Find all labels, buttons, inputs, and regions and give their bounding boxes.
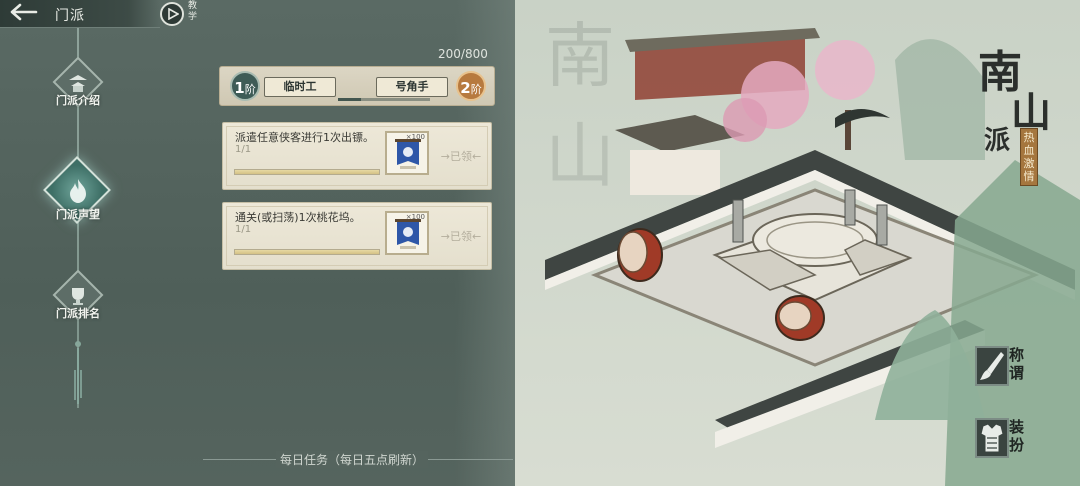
- brush-icon: [975, 346, 1009, 386]
- nav-item-sect-reputation[interactable]: 门派声望: [43, 156, 111, 230]
- outfit-button[interactable]: 装扮: [975, 418, 1035, 464]
- task-progress-fill: [235, 250, 379, 254]
- current-rank-number: 1: [234, 79, 245, 97]
- title-button-label: 称谓: [1009, 346, 1025, 382]
- current-rank-unit: 阶: [244, 83, 256, 96]
- watermark-glyph: 山: [545, 115, 615, 197]
- task-progress-fill: [235, 170, 379, 174]
- task-count: 1/1: [235, 144, 252, 155]
- banner-reward-icon: [395, 139, 421, 169]
- outfit-button-label: 装扮: [1009, 418, 1025, 454]
- claimed-status-text: 已领: [450, 150, 472, 163]
- banner-reward-icon: [395, 219, 421, 249]
- tassel-icon: [74, 341, 82, 404]
- sect-motto-badge: 热血激情: [1020, 128, 1038, 186]
- nav-item-sect-intro[interactable]: 门派介绍: [48, 56, 108, 122]
- next-rank-unit: 阶: [470, 83, 482, 96]
- armor-icon: [975, 418, 1009, 458]
- rank-bar: 1阶 临时工 号角手 2阶: [219, 66, 495, 106]
- title-button[interactable]: 称谓: [975, 346, 1035, 392]
- next-rank-name: 号角手: [376, 77, 448, 97]
- current-rank-badge: 1阶: [230, 71, 260, 101]
- nav-label: 门派介绍: [56, 94, 100, 107]
- reputation-progress-text: 200/800: [438, 47, 488, 61]
- sect-name-title: 南 山 派 热血激情: [978, 36, 1058, 196]
- next-rank-number: 2: [460, 79, 471, 97]
- rank-progress-track: [338, 98, 430, 101]
- current-rank-name: 临时工: [264, 77, 336, 97]
- task-progress-bar: [234, 249, 380, 255]
- claimed-status-text: 已领: [450, 230, 472, 243]
- rank-progress-fill: [338, 98, 361, 101]
- task-card: 通关(或扫荡)1次桃花坞。 1/1 ×100 →已领←: [222, 202, 492, 270]
- nav-label: 门派排名: [56, 307, 100, 320]
- claimed-status: →已领←: [440, 150, 482, 163]
- next-rank-badge: 2阶: [456, 71, 486, 101]
- flame-icon: [70, 179, 86, 203]
- tutorial-button[interactable]: [160, 2, 184, 26]
- sect-name-char: 派: [984, 126, 1011, 156]
- reward-item[interactable]: ×100: [385, 131, 429, 175]
- task-count: 1/1: [235, 224, 252, 235]
- nav-label: 门派声望: [56, 208, 100, 221]
- task-progress-bar: [234, 169, 380, 175]
- watermark-glyph: 南: [545, 15, 615, 97]
- task-title: 派遣任意侠客进行1次出镖。: [235, 131, 374, 144]
- back-arrow-icon: [10, 3, 38, 21]
- play-icon: [168, 8, 179, 20]
- task-card: 派遣任意侠客进行1次出镖。 1/1 ×100 →已领←: [222, 122, 492, 190]
- trophy-icon: [72, 288, 84, 305]
- page-title: 门派: [55, 8, 85, 24]
- nav-item-sect-ranking[interactable]: 门派排名: [48, 269, 108, 335]
- reward-item[interactable]: ×100: [385, 211, 429, 255]
- claimed-status: →已领←: [440, 230, 482, 243]
- task-title: 通关(或扫荡)1次桃花坞。: [235, 211, 361, 224]
- daily-task-footer: 每日任务（每日五点刷新）: [276, 451, 429, 468]
- tutorial-label: 教学: [188, 1, 198, 22]
- top-bar: 门派: [0, 0, 160, 28]
- pagoda-icon: [69, 75, 87, 92]
- back-button[interactable]: [6, 2, 40, 24]
